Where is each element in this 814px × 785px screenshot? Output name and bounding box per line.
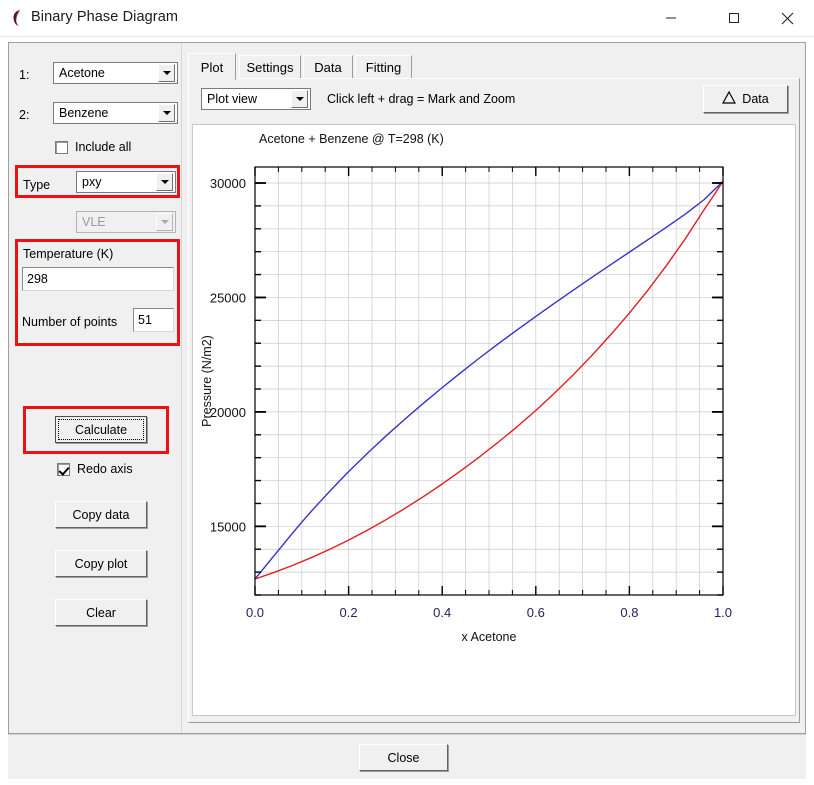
tab-settings-label: Settings [247, 60, 294, 75]
title-bar: Binary Phase Diagram [0, 0, 814, 37]
window-title: Binary Phase Diagram [31, 9, 178, 25]
footer-bar: Close [8, 734, 806, 779]
chevron-down-icon[interactable] [156, 173, 173, 191]
type-value: pxy [77, 175, 156, 189]
svg-text:Pressure (N/m2): Pressure (N/m2) [200, 335, 214, 427]
plot-view-combobox[interactable]: Plot view [201, 88, 311, 110]
redo-axis-checkbox[interactable]: Redo axis [57, 462, 133, 476]
minimize-button[interactable] [648, 0, 694, 36]
svg-text:0.0: 0.0 [246, 605, 264, 620]
type-label: Type [23, 178, 50, 192]
clear-label: Clear [86, 606, 116, 620]
copy-data-label: Copy data [73, 508, 130, 522]
chevron-down-icon[interactable] [158, 64, 175, 82]
include-all-box[interactable] [55, 141, 68, 154]
mode-combobox: VLE [76, 211, 176, 233]
triangle-icon [722, 91, 736, 107]
svg-text:x Acetone: x Acetone [462, 630, 517, 644]
redo-axis-box[interactable] [57, 463, 70, 476]
plot-panel: Plot Settings Data Fitting Plot view Cli… [182, 43, 807, 733]
component1-combobox[interactable]: Acetone [53, 62, 178, 84]
number-of-points-input[interactable]: 51 [133, 308, 174, 332]
close-button[interactable]: Close [359, 744, 448, 771]
plot-tab-page: Plot view Click left + drag = Mark and Z… [188, 78, 800, 723]
svg-text:Acetone + Benzene @ T=298 (K): Acetone + Benzene @ T=298 (K) [259, 132, 444, 146]
tab-data[interactable]: Data [303, 55, 353, 79]
include-all-checkbox[interactable]: Include all [55, 140, 131, 154]
calculate-button[interactable]: Calculate [55, 416, 147, 443]
chevron-down-icon [156, 213, 173, 231]
svg-text:1.0: 1.0 [714, 605, 732, 620]
temperature-input[interactable]: 298 [22, 267, 174, 291]
component2-combobox[interactable]: Benzene [53, 102, 178, 124]
tab-plot-label: Plot [201, 60, 223, 75]
maximize-button[interactable] [711, 0, 757, 36]
plot-canvas[interactable]: Acetone + Benzene @ T=298 (K) 0.0 0.2 0.4 0.… [192, 124, 796, 716]
tab-plot[interactable]: Plot [188, 53, 236, 80]
plot-toolbar: Plot view Click left + drag = Mark and Z… [189, 79, 799, 123]
svg-text:0.6: 0.6 [527, 605, 545, 620]
copy-plot-label: Copy plot [75, 557, 128, 571]
svg-text:30000: 30000 [210, 176, 246, 191]
include-all-label: Include all [75, 140, 131, 154]
redo-axis-label: Redo axis [77, 462, 133, 476]
mode-value: VLE [77, 215, 156, 229]
data-button-label: Data [742, 92, 768, 106]
svg-text:0.2: 0.2 [340, 605, 358, 620]
tab-data-label: Data [314, 60, 341, 75]
data-button[interactable]: Data [703, 85, 788, 113]
plot-view-value: Plot view [202, 92, 291, 106]
temperature-label: Temperature (K) [23, 247, 113, 261]
phase-diagram-chart: Acetone + Benzene @ T=298 (K) 0.0 0.2 0.4 0.… [193, 125, 796, 716]
clear-button[interactable]: Clear [55, 599, 147, 626]
chevron-down-icon[interactable] [158, 104, 175, 122]
svg-text:0.8: 0.8 [620, 605, 638, 620]
plot-hint-text: Click left + drag = Mark and Zoom [327, 92, 515, 106]
close-button-label: Close [388, 751, 420, 765]
svg-text:20000: 20000 [210, 405, 246, 420]
tab-settings[interactable]: Settings [239, 55, 301, 79]
tab-fitting[interactable]: Fitting [355, 55, 412, 79]
tab-fitting-label: Fitting [366, 60, 401, 75]
svg-text:0.4: 0.4 [433, 605, 451, 620]
type-combobox[interactable]: pxy [76, 171, 176, 193]
copy-data-button[interactable]: Copy data [55, 501, 147, 528]
component2-index-label: 2: [19, 108, 29, 122]
component2-value: Benzene [54, 106, 158, 120]
chevron-down-icon[interactable] [291, 90, 308, 108]
svg-text:15000: 15000 [210, 519, 246, 534]
app-icon [10, 9, 26, 27]
left-control-panel: 1: Acetone 2: Benzene Include all Type p… [9, 43, 182, 733]
component1-index-label: 1: [19, 68, 29, 82]
tab-strip: Plot Settings Data Fitting [188, 55, 800, 79]
svg-text:25000: 25000 [210, 290, 246, 305]
dialog-body: 1: Acetone 2: Benzene Include all Type p… [8, 42, 806, 734]
component1-value: Acetone [54, 66, 158, 80]
copy-plot-button[interactable]: Copy plot [55, 550, 147, 577]
close-window-button[interactable] [764, 0, 810, 36]
number-of-points-label: Number of points [22, 315, 117, 329]
